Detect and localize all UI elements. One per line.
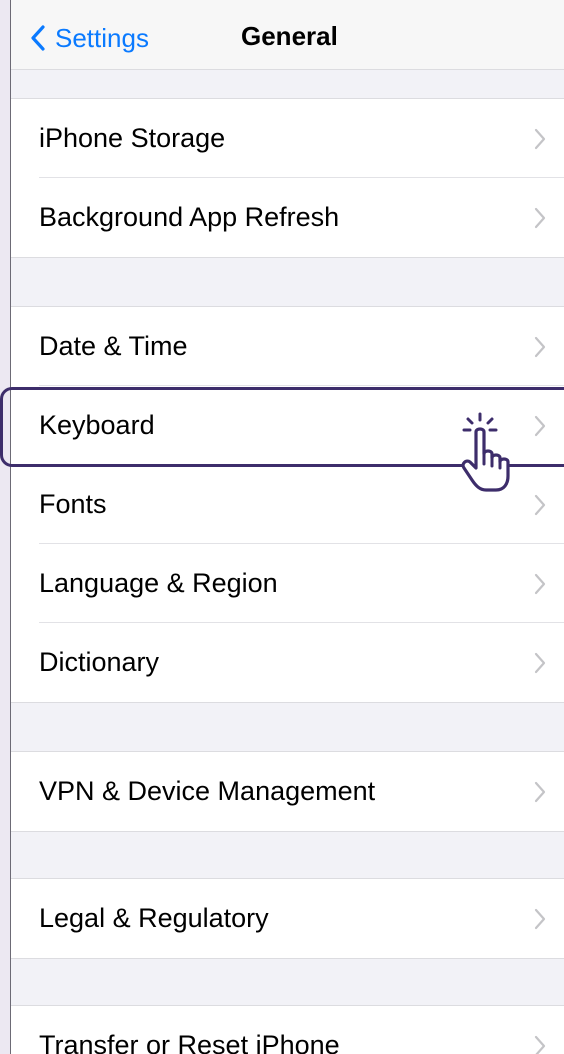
settings-group-storage: iPhone Storage Background App Refresh [11,98,564,258]
row-label: Fonts [39,489,107,519]
row-label: iPhone Storage [39,123,226,153]
chevron-right-icon [534,494,546,515]
settings-row-fonts[interactable]: Fonts [11,465,564,544]
chevron-right-icon [534,207,546,228]
chevron-right-icon [534,336,546,357]
back-button[interactable]: Settings [29,20,149,56]
chevron-right-icon [534,573,546,594]
row-label: Date & Time [39,331,188,361]
row-label: Legal & Regulatory [39,903,269,933]
row-label: Keyboard [39,410,155,440]
chevron-right-icon [534,415,546,436]
settings-row-dictionary[interactable]: Dictionary [11,623,564,702]
navigation-bar: Settings General [11,0,564,70]
chevron-right-icon [534,128,546,149]
settings-row-vpn-device-management[interactable]: VPN & Device Management [11,752,564,831]
back-button-label: Settings [55,23,149,53]
settings-row-legal-regulatory[interactable]: Legal & Regulatory [11,879,564,958]
settings-row-language-region[interactable]: Language & Region [11,544,564,623]
page-title: General [241,21,338,51]
chevron-right-icon [534,908,546,929]
settings-row-transfer-reset[interactable]: Transfer or Reset iPhone [11,1006,564,1054]
chevron-right-icon [534,652,546,673]
settings-row-background-app-refresh[interactable]: Background App Refresh [11,178,564,257]
chevron-right-icon [534,1035,546,1054]
settings-group-locale: Date & Time Keyboard Fonts Language & Re… [11,306,564,703]
settings-group-vpn: VPN & Device Management [11,751,564,832]
row-label: Dictionary [39,647,160,677]
chevron-left-icon [31,25,45,51]
settings-group-legal: Legal & Regulatory [11,878,564,959]
settings-row-iphone-storage[interactable]: iPhone Storage [11,99,564,178]
row-label: Transfer or Reset iPhone [39,1030,340,1054]
settings-row-keyboard[interactable]: Keyboard [11,386,564,465]
row-label: Language & Region [39,568,278,598]
row-label: VPN & Device Management [39,776,376,806]
settings-row-date-time[interactable]: Date & Time [11,307,564,386]
settings-group-reset: Transfer or Reset iPhone [11,1005,564,1054]
row-label: Background App Refresh [39,202,340,232]
chevron-right-icon [534,781,546,802]
settings-screen: Settings General iPhone Storage Backgrou… [10,0,564,1054]
